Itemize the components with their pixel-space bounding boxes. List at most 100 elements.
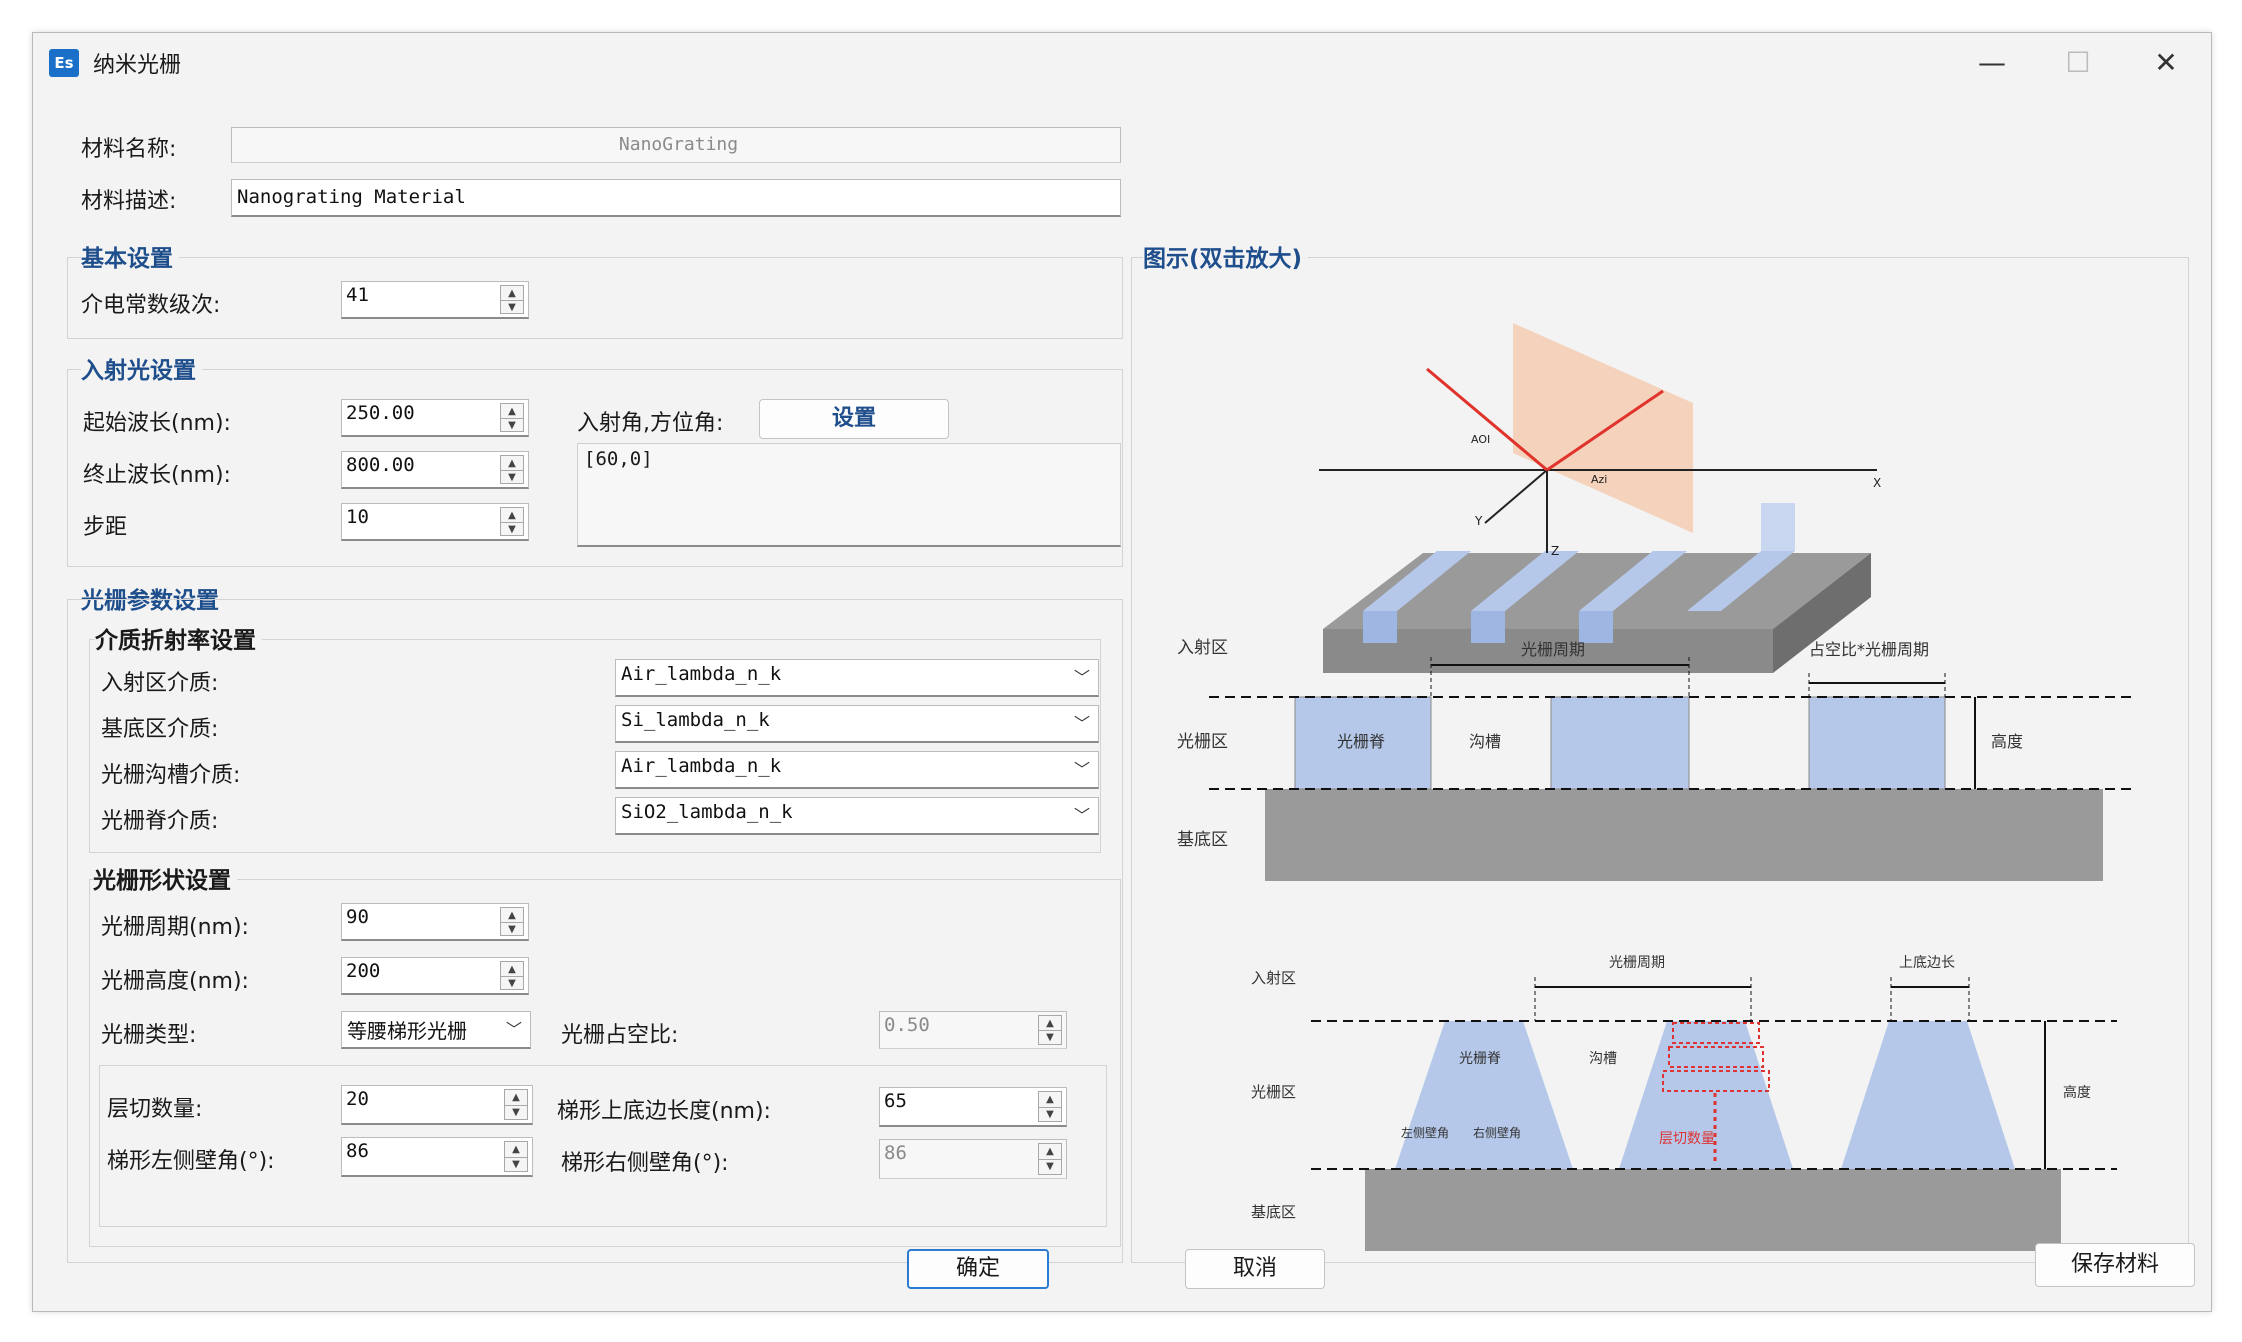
trap-left-wall-label: 左侧壁角 <box>1401 1125 1449 1140</box>
spin-down-icon[interactable]: ▼ <box>501 922 523 936</box>
spin-down-icon: ▼ <box>1046 1032 1054 1043</box>
spin-down-icon: ▼ <box>1046 1161 1054 1172</box>
groove-medium-value: Air_lambda_n_k <box>621 755 782 777</box>
material-name-label: 材料名称: <box>81 137 177 162</box>
spin-buttons[interactable]: ▲ ▼ <box>500 285 524 314</box>
groove-medium-select[interactable]: Air_lambda_n_k ﹀ <box>615 751 1099 789</box>
end-wavelength-stepper[interactable]: 800.00 ▲ ▼ <box>341 451 529 489</box>
spin-down-icon[interactable]: ▼ <box>501 300 523 314</box>
rect-substrate-zone-label: 基底区 <box>1177 830 1228 850</box>
spin-down-icon[interactable]: ▼ <box>505 1105 527 1120</box>
chevron-down-icon: ﹀ <box>1073 806 1090 825</box>
chevron-down-icon: ﹀ <box>505 1020 522 1039</box>
spin-down-icon[interactable]: ▼ <box>501 522 523 536</box>
spin-up-icon: ▲ <box>1039 1144 1061 1160</box>
slice-count-stepper[interactable]: 20 ▲ ▼ <box>341 1085 533 1125</box>
trap-height-label: 高度 <box>2063 1084 2091 1101</box>
right-wall-angle-value: 86 <box>884 1142 907 1164</box>
substrate-medium-select[interactable]: Si_lambda_n_k ﹀ <box>615 705 1099 743</box>
spin-buttons[interactable]: ▲ ▼ <box>500 507 524 536</box>
start-wavelength-label: 起始波长(nm): <box>83 411 231 436</box>
end-wavelength-label: 终止波长(nm): <box>83 463 231 488</box>
spin-buttons[interactable]: ▲ ▼ <box>500 961 524 990</box>
trap-ridge-1 <box>1395 1021 1573 1169</box>
spin-down-icon[interactable]: ▼ <box>505 1157 527 1172</box>
ridge-medium-value: SiO2_lambda_n_k <box>621 801 793 823</box>
maximize-button[interactable]: ☐ <box>2043 41 2113 85</box>
ridge-medium-label: 光栅脊介质: <box>101 809 219 834</box>
top-length-value: 65 <box>884 1090 907 1112</box>
spin-up-icon[interactable]: ▲ <box>505 1142 527 1158</box>
grating-type-select[interactable]: 等腰梯形光栅 ﹀ <box>341 1011 531 1049</box>
spin-buttons[interactable]: ▲ ▼ <box>500 907 524 936</box>
grating-3d-illustration: AOI Azi X Y Z <box>1319 323 1881 673</box>
spin-down-icon[interactable]: ▼ <box>501 976 523 990</box>
spin-up-icon[interactable]: ▲ <box>1039 1092 1061 1108</box>
spin-buttons[interactable]: ▲ ▼ <box>504 1141 528 1172</box>
rect-ridge-label: 光栅脊 <box>1337 732 1385 751</box>
dielectric-order-stepper[interactable]: 41 ▲ ▼ <box>341 281 529 319</box>
incident-medium-select[interactable]: Air_lambda_n_k ﹀ <box>615 659 1099 697</box>
duty-cycle-label: 光栅占空比: <box>561 1023 679 1048</box>
y-axis-label: Y <box>1474 514 1483 528</box>
spin-up-icon[interactable]: ▲ <box>501 286 523 301</box>
left-wall-angle-stepper[interactable]: 86 ▲ ▼ <box>341 1137 533 1177</box>
slice-count-label: 层切数量: <box>107 1097 203 1122</box>
minimize-button[interactable]: — <box>1957 41 2027 85</box>
spin-down-icon[interactable]: ▼ <box>501 418 523 432</box>
close-icon: ✕ <box>2154 46 2178 79</box>
ridge-4-back <box>1761 503 1795 551</box>
incident-medium-label: 入射区介质: <box>101 671 219 696</box>
grating-type-value: 等腰梯形光栅 <box>347 1019 467 1043</box>
grating-diagram[interactable]: AOI Azi X Y Z 入射区 光栅区 基底区 光栅周期 占空比*光栅周期 <box>1133 263 2185 1259</box>
ridge-3-front <box>1579 611 1613 643</box>
spin-buttons: ▲ ▼ <box>1038 1015 1062 1045</box>
top-length-stepper[interactable]: 65 ▲ ▼ <box>879 1087 1067 1127</box>
grating-type-label: 光栅类型: <box>101 1023 197 1048</box>
grating-period-stepper[interactable]: 90 ▲ ▼ <box>341 903 529 941</box>
spin-up-icon[interactable]: ▲ <box>501 404 523 419</box>
start-wavelength-stepper[interactable]: 250.00 ▲ ▼ <box>341 399 529 437</box>
incidence-angle-label: 入射角,方位角: <box>577 411 724 436</box>
set-angle-button[interactable]: 设置 <box>759 399 949 439</box>
material-name-field[interactable]: NanoGrating <box>231 127 1121 163</box>
spin-buttons[interactable]: ▲ ▼ <box>500 455 524 484</box>
spin-buttons[interactable]: ▲ ▼ <box>1038 1091 1062 1122</box>
spin-down-icon[interactable]: ▼ <box>1039 1107 1061 1122</box>
aoi-label: AOI <box>1471 433 1490 446</box>
rect-period-label: 光栅周期 <box>1521 640 1585 659</box>
groove-medium-label: 光栅沟槽介质: <box>101 763 241 788</box>
grating-height-label: 光栅高度(nm): <box>101 969 249 994</box>
spin-up-icon[interactable]: ▲ <box>501 908 523 923</box>
spin-up-icon[interactable]: ▲ <box>501 456 523 471</box>
material-desc-label: 材料描述: <box>81 189 177 214</box>
ok-button[interactable]: 确定 <box>907 1249 1049 1289</box>
duty-cycle-value: 0.50 <box>884 1014 930 1036</box>
spin-up-icon: ▲ <box>1039 1016 1061 1031</box>
grating-height-stepper[interactable]: 200 ▲ ▼ <box>341 957 529 995</box>
maximize-icon: ☐ <box>2065 46 2091 79</box>
y-axis-line <box>1484 469 1548 524</box>
step-label: 步距 <box>83 515 128 540</box>
save-material-button[interactable]: 保存材料 <box>2035 1243 2195 1287</box>
rect-height-label: 高度 <box>1991 732 2023 751</box>
spin-buttons[interactable]: ▲ ▼ <box>504 1089 528 1120</box>
app-logo-icon: Es <box>49 49 79 77</box>
azi-label: Azi <box>1591 473 1607 486</box>
spin-buttons: ▲ ▼ <box>1038 1143 1062 1175</box>
dielectric-order-label: 介电常数级次: <box>81 293 221 318</box>
close-button[interactable]: ✕ <box>2131 41 2201 85</box>
spin-up-icon[interactable]: ▲ <box>505 1090 527 1106</box>
spin-up-icon[interactable]: ▲ <box>501 962 523 977</box>
material-desc-field[interactable]: Nanograting Material <box>231 179 1121 217</box>
spin-down-icon[interactable]: ▼ <box>501 470 523 484</box>
duty-cycle-stepper: 0.50 ▲ ▼ <box>879 1011 1067 1049</box>
ridge-medium-select[interactable]: SiO2_lambda_n_k ﹀ <box>615 797 1099 835</box>
step-stepper[interactable]: 10 ▲ ▼ <box>341 503 529 541</box>
spin-buttons[interactable]: ▲ ▼ <box>500 403 524 432</box>
basic-settings-title: 基本设置 <box>81 239 179 273</box>
spin-up-icon[interactable]: ▲ <box>501 508 523 523</box>
rect-ridge-2 <box>1550 696 1690 790</box>
cancel-button[interactable]: 取消 <box>1185 1249 1325 1289</box>
right-wall-angle-stepper: 86 ▲ ▼ <box>879 1139 1067 1179</box>
